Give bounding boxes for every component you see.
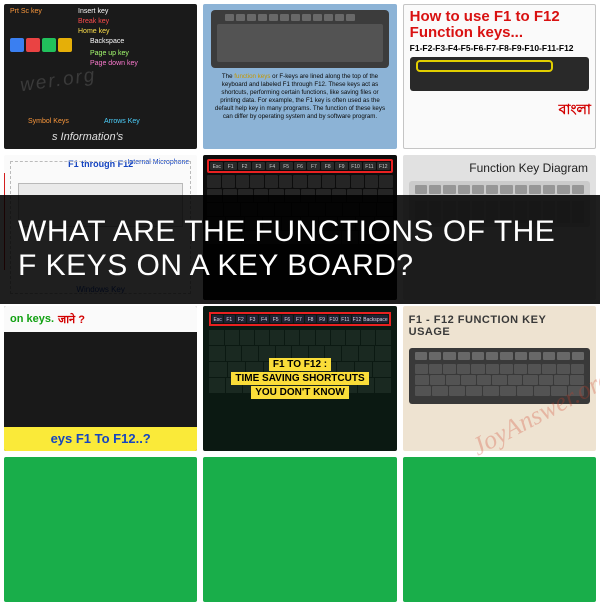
label-backspace: Backspace [90, 38, 124, 45]
label-symbol: Symbol Keys [28, 118, 69, 125]
thumb-keyboard-labeled[interactable]: Prt Sc key Insert key Break key Home key… [4, 4, 197, 149]
keyboard-icon [211, 10, 388, 68]
thumb-hindi[interactable]: on keys. जाने ? eys F1 To F12..? [4, 306, 197, 451]
label-home: Home key [78, 28, 110, 35]
diagram-title: Function Key Diagram [409, 161, 590, 175]
keyboard-icon [409, 348, 590, 404]
thumb-shortcuts[interactable]: EscF1F2F3F4F5F6F7F8F9F10F11F12Backspace … [203, 306, 396, 451]
thumb-usage[interactable]: F1 - F12 FUNCTION KEY USAGE [403, 306, 596, 451]
caption-text: The function keys or F-keys are lined al… [211, 73, 388, 121]
thumb-extra-2[interactable] [203, 457, 396, 602]
label-arrows: Arrows Key [104, 118, 140, 125]
thumb-keyboard-caption[interactable]: The function keys or F-keys are lined al… [203, 4, 396, 149]
thumb-extra-3[interactable] [403, 457, 596, 602]
label-pgdn: Page down key [90, 60, 138, 67]
headline-overlay: What are the functions of the F keys on … [0, 195, 600, 304]
fkey-row-highlight: EscF1F2F3F4F5F6F7F8F9F10F11F12 [207, 159, 392, 173]
overlay-text: F1 TO F12 : TIME SAVING SHORTCUTS YOU DO… [203, 306, 396, 451]
headline-text: What are the functions of the F keys on … [18, 215, 582, 282]
label-break: Break key [78, 18, 109, 25]
keyboard-icon [410, 57, 589, 91]
label-pgup: Page up key [90, 50, 129, 57]
bangla-label: বাংলা [559, 98, 591, 122]
title-bar: on keys. जाने ? [4, 306, 197, 332]
label-prtsc: Prt Sc key [10, 8, 42, 15]
keyboard-icon [4, 332, 197, 427]
yellow-footer: eys F1 To F12..? [4, 427, 197, 451]
title-text: How to use F1 to F12 Function keys... [410, 9, 589, 41]
label-insert: Insert key [78, 8, 108, 15]
thumb-how-to-use[interactable]: How to use F1 to F12 Function keys... F1… [403, 4, 596, 149]
label-info-footer: s Information's [52, 131, 123, 143]
green-text: on keys. [10, 313, 54, 325]
rgb-keys-icon [10, 38, 72, 52]
red-text: जाने ? [58, 312, 85, 327]
title-text: F1 - F12 FUNCTION KEY USAGE [409, 314, 590, 338]
thumb-extra-1[interactable] [4, 457, 197, 602]
subtitle-text: F1-F2-F3-F4-F5-F6-F7-F8-F9-F10-F11-F12 [410, 43, 589, 53]
